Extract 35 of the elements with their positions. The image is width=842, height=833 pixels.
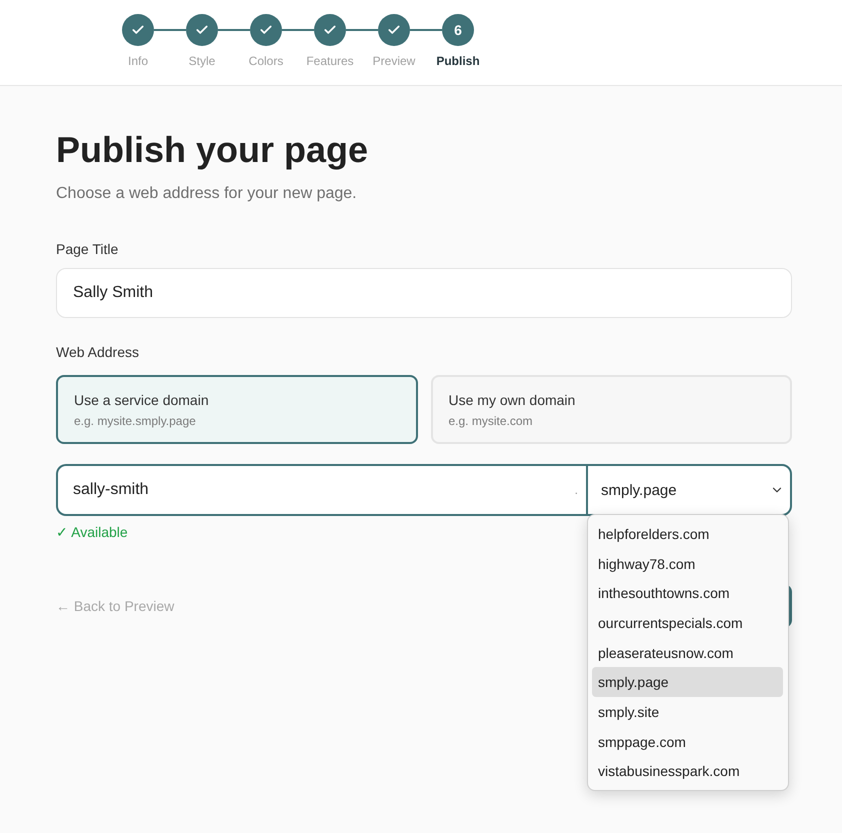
- check-icon: [387, 23, 401, 37]
- check-icon: [323, 23, 337, 37]
- page-title-input[interactable]: Sally Smith: [56, 268, 792, 318]
- dropdown-option[interactable]: smply.site: [592, 697, 784, 727]
- option-title: Use a service domain: [74, 392, 209, 408]
- step-label: Colors: [248, 54, 284, 68]
- step-label: Publish: [436, 54, 480, 68]
- dot-separator: .: [574, 482, 578, 499]
- check-icon: [259, 23, 273, 37]
- field-label: Web Address: [56, 343, 140, 362]
- step-label: Style: [188, 54, 216, 68]
- page-subtitle: Choose a web address for your new page.: [56, 184, 357, 204]
- dropdown-option[interactable]: smppage.com: [592, 726, 784, 756]
- check-icon: [195, 23, 209, 37]
- dropdown-option[interactable]: inthesouthtowns.com: [592, 578, 784, 608]
- option-example: e.g. mysite.smply.page: [74, 414, 196, 428]
- step-label: Features: [306, 54, 354, 68]
- dropdown-option[interactable]: smply.page: [592, 667, 783, 698]
- dropdown-option[interactable]: ourcurrentspecials.com: [592, 608, 784, 638]
- availability-status: ✓ Available: [56, 523, 128, 542]
- option-example: e.g. mysite.com: [448, 414, 533, 428]
- domain-option-card[interactable]: Use a service domain e.g. mysite.smply.page: [56, 375, 418, 444]
- check-icon: [131, 23, 145, 37]
- field-label: Page Title: [56, 240, 118, 259]
- dropdown-option[interactable]: pleaserateusnow.com: [592, 638, 784, 668]
- dropdown-option[interactable]: vistabusinesspark.com: [592, 756, 784, 786]
- domain-option-card[interactable]: Use my own domain e.g. mysite.com: [430, 375, 792, 444]
- step-label: Preview: [372, 54, 416, 68]
- dropdown-option[interactable]: helpforelders.com: [592, 519, 784, 549]
- option-title: Use my own domain: [448, 392, 576, 408]
- step-label: Info: [128, 54, 148, 68]
- dropdown-option[interactable]: highway78.com: [592, 548, 784, 578]
- step-number: 6: [454, 22, 462, 38]
- page-heading: Publish your page: [56, 128, 368, 172]
- domain-select[interactable]: smply.page: [586, 464, 792, 516]
